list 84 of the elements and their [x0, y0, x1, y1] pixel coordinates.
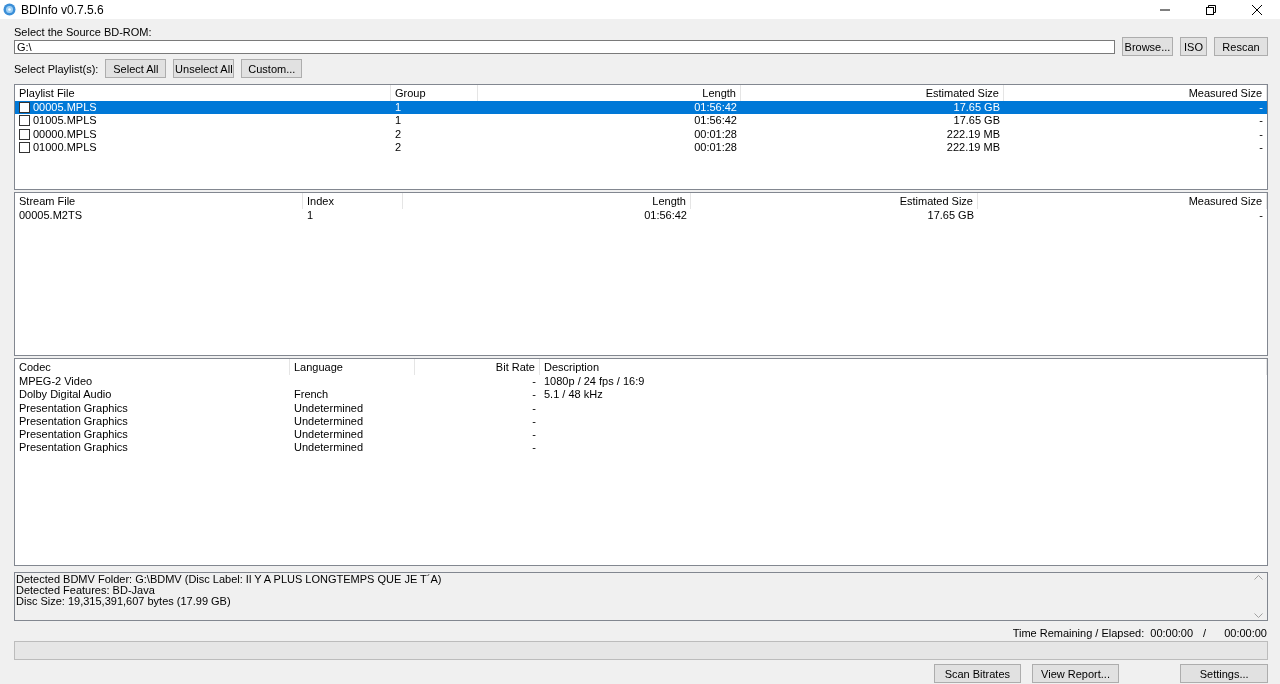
- table-cell-text: 17.65 GB: [952, 114, 1001, 128]
- table-cell-text: 01:56:42: [643, 209, 688, 223]
- column-header[interactable]: Measured Size: [978, 193, 1267, 209]
- playlist-row[interactable]: 00000.MPLS 2 00:01:28 222.19 MB -: [15, 127, 1267, 141]
- report-line: Detected BDMV Folder: G:\BDMV (Disc Label: Il Y A PLUS LONGTEMPS QUE JE T´A): [16, 574, 443, 585]
- table-cell-text: -: [531, 414, 537, 429]
- table-cell-text: 1: [306, 209, 315, 223]
- table-cell: 00000.MPLS: [33, 127, 97, 141]
- playlist-row[interactable]: 01000.MPLS 2 00:01:28 222.19 MB -: [15, 140, 1267, 155]
- column-header[interactable]: Language: [290, 359, 415, 375]
- table-cell-text: Undetermined: [293, 414, 365, 429]
- table-cell-text: -: [1258, 140, 1264, 155]
- time-label: Time Remaining / Elapsed:: [1012, 627, 1145, 639]
- custom-button[interactable]: Custom...: [241, 59, 303, 78]
- table-cell-text: -: [531, 401, 537, 415]
- table-cell-text: Presentation Graphics: [18, 441, 129, 455]
- time-remaining: 00:00:00: [1150, 627, 1194, 639]
- table-cell-text: 2: [394, 140, 403, 155]
- table-cell-text: 2: [394, 127, 403, 141]
- column-header[interactable]: Description: [540, 359, 1267, 375]
- table-cell: 01000.MPLS: [33, 140, 97, 155]
- table-cell-text: Undetermined: [293, 401, 365, 415]
- view-report-button[interactable]: View Report...: [1031, 664, 1120, 683]
- table-cell-text: French: [293, 388, 330, 402]
- table-cell-text: 5.1 / 48 kHz: [543, 388, 604, 402]
- table-cell: 00005.MPLS: [33, 101, 97, 115]
- table-cell-text: 00005.M2TS: [18, 209, 83, 223]
- playlist-checkbox[interactable]: [19, 142, 30, 154]
- select-playlists-label: Select Playlist(s):: [14, 62, 99, 75]
- unselect-all-button[interactable]: Unselect All: [173, 59, 235, 78]
- playlist-checkbox[interactable]: [19, 128, 30, 140]
- table-cell-text: 01:56:42: [693, 114, 738, 128]
- window-title: BDInfo v0.7.5.6: [21, 2, 104, 17]
- restore-icon: [1206, 4, 1216, 15]
- playlist-row[interactable]: 00005.MPLS 1 01:56:42 17.65 GB -: [15, 101, 1267, 115]
- source-path-field[interactable]: G:\: [14, 39, 1115, 54]
- column-header[interactable]: Bit Rate: [415, 359, 540, 375]
- playlist-row[interactable]: 01005.MPLS 1 01:56:42 17.65 GB -: [15, 114, 1267, 128]
- table-cell-text: -: [1258, 101, 1264, 115]
- table-cell-text: -: [1258, 114, 1264, 128]
- table-cell-text: Undetermined: [293, 428, 365, 442]
- table-cell-text: Dolby Digital Audio: [18, 388, 113, 402]
- table-cell-text: 00:01:28: [693, 140, 738, 155]
- close-icon: [1252, 4, 1262, 15]
- report-line: Detected Features: BD-Java: [16, 585, 156, 596]
- time-elapsed: 00:00:00: [1224, 627, 1267, 639]
- table-cell-text: Presentation Graphics: [18, 414, 129, 429]
- browse-button[interactable]: Browse...: [1122, 37, 1173, 56]
- table-cell-text: MPEG-2 Video: [18, 375, 94, 389]
- select-all-button[interactable]: Select All: [105, 59, 167, 78]
- column-header[interactable]: Codec: [15, 359, 290, 375]
- rescan-button[interactable]: Rescan: [1214, 37, 1268, 56]
- table-cell-text: -: [531, 428, 537, 442]
- report-line: Disc Size: 19,315,391,607 bytes (17.99 GB): [16, 596, 232, 607]
- table-cell-text: Presentation Graphics: [18, 428, 129, 442]
- table-cell-text: 1: [394, 114, 403, 128]
- table-cell-text: Presentation Graphics: [18, 401, 129, 415]
- column-header[interactable]: Estimated Size: [691, 193, 978, 209]
- table-cell-text: -: [1258, 127, 1264, 141]
- table-cell-text: 222.19 MB: [945, 140, 1001, 155]
- playlist-checkbox[interactable]: [19, 102, 30, 114]
- column-header[interactable]: Index: [303, 193, 403, 209]
- table-cell-text: -: [531, 388, 537, 402]
- table-cell-text: Undetermined: [293, 441, 365, 455]
- scan-bitrates-button[interactable]: Scan Bitrates: [934, 664, 1021, 683]
- source-label: Select the Source BD-ROM:: [14, 26, 153, 38]
- column-header[interactable]: Length: [403, 193, 691, 209]
- table-cell-text: -: [531, 441, 537, 455]
- column-header[interactable]: Stream File: [15, 193, 303, 209]
- settings-button[interactable]: Settings...: [1180, 664, 1268, 683]
- table-cell-text: -: [531, 375, 537, 389]
- iso-button[interactable]: ISO: [1180, 37, 1207, 56]
- table-cell-text: 00:01:28: [693, 127, 738, 141]
- time-separator: /: [1203, 627, 1207, 639]
- disc-icon: [3, 3, 16, 16]
- table-cell-text: 17.65 GB: [952, 101, 1001, 115]
- table-cell: 01005.MPLS: [33, 114, 97, 128]
- table-cell-text: 17.65 GB: [926, 209, 975, 223]
- table-cell-text: -: [1258, 209, 1264, 223]
- table-cell-text: 1: [394, 101, 403, 115]
- table-cell-text: 1080p / 24 fps / 16:9: [543, 375, 646, 389]
- table-cell-text: 01:56:42: [693, 101, 738, 115]
- table-cell-text: 222.19 MB: [945, 127, 1001, 141]
- playlist-checkbox[interactable]: [19, 115, 30, 127]
